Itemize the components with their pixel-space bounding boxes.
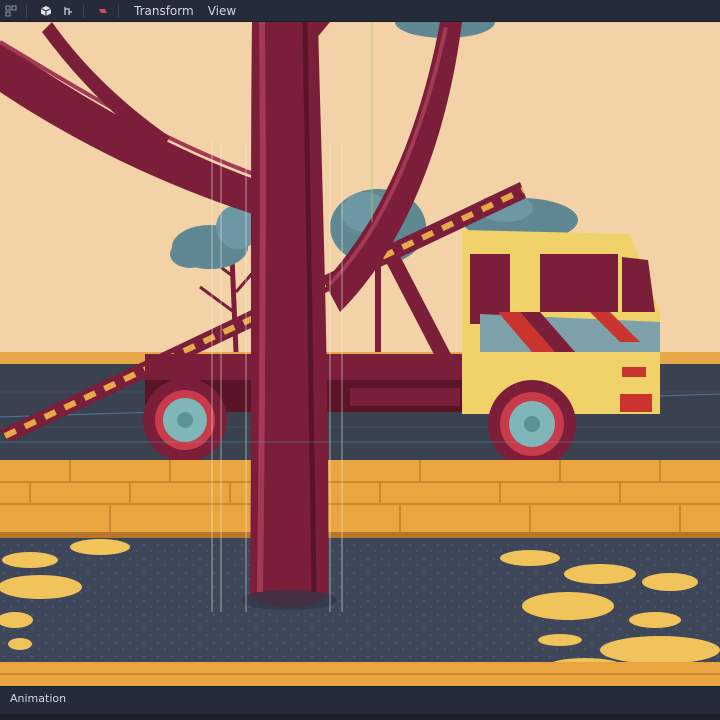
animation-tab[interactable]: Animation [10,692,66,705]
transform-menu-button[interactable]: Transform [127,0,201,22]
cab-window-front [540,254,618,312]
viewport-toolbar: Transform View [0,0,720,22]
skeleton-icon[interactable] [57,0,79,22]
truck-wheel-front [488,380,576,468]
view-menu-button[interactable]: View [201,0,243,22]
toolbar-separator [83,3,84,18]
camera-icon[interactable] [92,0,114,22]
scene-render [0,22,720,686]
toolbar-separator [26,3,27,18]
grid-snap-icon[interactable] [0,0,22,22]
3d-viewport[interactable] [0,22,720,686]
bottom-panel-strip [0,714,720,720]
bottom-panel: Animation [0,686,720,720]
truck-wheel-rear [143,378,227,462]
godot-editor-window: Transform View Animation [0,0,720,720]
cube-icon[interactable] [35,0,57,22]
sidewalk [0,460,720,538]
toolbar-separator [118,3,119,18]
